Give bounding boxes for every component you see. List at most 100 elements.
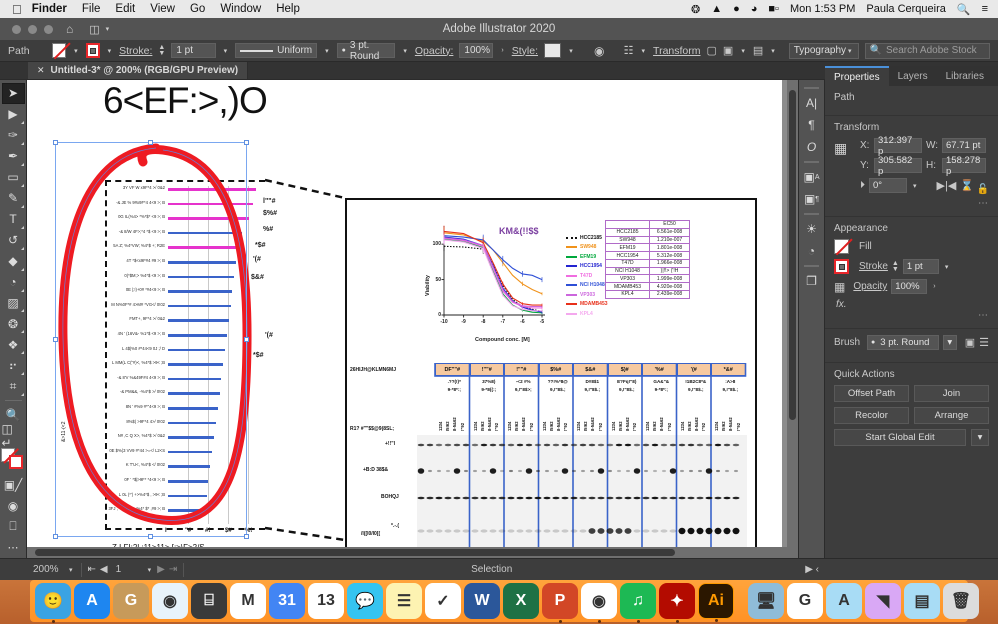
brush-libraries-icon[interactable]: ▣: [965, 336, 975, 349]
transparency-panel-icon[interactable]: ◔: [800, 240, 823, 262]
rotate-tool[interactable]: ↺: [2, 230, 25, 251]
style-label[interactable]: Style:: [512, 45, 538, 57]
offset-path-button[interactable]: Offset Path: [834, 385, 909, 402]
dock-item-safari[interactable]: ◉: [152, 583, 188, 619]
user-name[interactable]: Paula Cerqueira: [866, 3, 946, 15]
artboard-tool[interactable]: ⌗: [2, 376, 25, 397]
isolate-icon[interactable]: ▤: [753, 44, 763, 57]
dock-item-app-store[interactable]: A: [74, 583, 110, 619]
stroke-profile-caret-icon[interactable]: ▾: [323, 47, 331, 55]
gradient-tool[interactable]: ▨: [2, 293, 25, 314]
menu-window[interactable]: Window: [220, 3, 261, 15]
paragraph-panel-icon[interactable]: ¶: [800, 114, 823, 136]
transform-more-options-icon[interactable]: ⋯: [834, 198, 989, 209]
stroke-swatch[interactable]: [86, 43, 100, 58]
style-swatch[interactable]: [544, 43, 561, 58]
dock-item-finder[interactable]: 🙂: [35, 583, 71, 619]
dock-item-applications-folder[interactable]: A: [826, 583, 862, 619]
recolor-button[interactable]: Recolor: [834, 407, 909, 424]
zoom-control[interactable]: 200% ▾: [27, 559, 81, 581]
start-global-edit-button[interactable]: Start Global Edit: [834, 429, 966, 446]
color-panel-icon[interactable]: ☀: [800, 218, 823, 240]
brush-definition-select[interactable]: ● 3 pt. Round: [337, 43, 396, 58]
dock-item-screen-sharing[interactable]: 🖥: [748, 583, 784, 619]
dock-item-google-chrome[interactable]: ◉: [581, 583, 617, 619]
selection-tool[interactable]: ➤: [2, 83, 25, 104]
shaper-tool[interactable]: ◆: [2, 251, 25, 272]
canvas-area[interactable]: 6<EF:>,)O 3Y VF W x9F*4 >/ 0&2-& JE % 9#…: [27, 80, 798, 558]
canvas-horizontal-scrollbar[interactable]: [27, 547, 787, 558]
zoom-caret-icon[interactable]: ▾: [67, 566, 75, 574]
menu-go[interactable]: Go: [190, 3, 205, 15]
dock-item-gmail[interactable]: M: [230, 583, 266, 619]
opacity-label[interactable]: Opacity:: [415, 45, 454, 57]
character-styles-icon[interactable]: ▣A: [800, 166, 823, 188]
brush-select[interactable]: ● 3 pt. Round: [867, 335, 939, 350]
search-adobe-stock[interactable]: 🔍 Search Adobe Stock: [865, 43, 990, 59]
dock-item-sketch-app[interactable]: ✓: [425, 583, 461, 619]
transform-label[interactable]: Transform: [653, 45, 700, 57]
appearance-stroke-label[interactable]: Stroke: [859, 261, 888, 272]
direct-selection-tool[interactable]: ▶: [2, 104, 25, 125]
pen-tool[interactable]: ✑: [2, 125, 25, 146]
stroke-profile-select[interactable]: Uniform: [235, 43, 317, 58]
screen-mode-icon[interactable]: ⎕: [2, 516, 25, 537]
character-panel-icon[interactable]: A|: [800, 92, 823, 114]
opacity-grid-icon[interactable]: ◉: [594, 44, 604, 58]
clock-time[interactable]: Mon 1:53 PM: [790, 3, 855, 15]
western-blot-block[interactable]: 26HIJH@KLMN6MJ DF""#!""#!""#$%#$&#$)#'%#…: [347, 363, 759, 557]
wifi-icon[interactable]: ◕: [751, 3, 758, 15]
dock-item-adobe-illustrator[interactable]: Ai: [698, 583, 734, 619]
dropbox-icon[interactable]: ▲: [711, 3, 722, 15]
dock-item-spotify[interactable]: ♫: [620, 583, 656, 619]
flip-horizontal-icon[interactable]: ▶|◀: [937, 179, 957, 192]
appearance-opacity-input[interactable]: 100%: [891, 279, 927, 294]
reference-point-icon[interactable]: ▦: [834, 138, 854, 158]
stroke-stepper-icon[interactable]: ▲▼: [892, 261, 899, 273]
fx-label[interactable]: fx.: [834, 299, 989, 310]
align-icon[interactable]: ☷: [624, 44, 634, 57]
menu-help[interactable]: Help: [276, 3, 300, 15]
dock-item-google[interactable]: G: [787, 583, 823, 619]
stroke-weight-caret-icon[interactable]: ▾: [222, 47, 230, 55]
dock-item-messages[interactable]: 💬: [347, 583, 383, 619]
blend-tool[interactable]: ❖: [2, 334, 25, 355]
glyphs-panel-icon[interactable]: O: [800, 136, 823, 158]
color-modes-icons[interactable]: ▣╱: [2, 474, 25, 495]
type-tool[interactable]: T: [2, 209, 25, 230]
stroke-color-swatch[interactable]: [9, 455, 23, 469]
rectangle-tool[interactable]: ▭: [2, 167, 25, 188]
stroke-label[interactable]: Stroke:: [119, 45, 152, 57]
dock-item-calculator[interactable]: ⌸: [191, 583, 227, 619]
fill-stroke-control[interactable]: [1, 448, 25, 470]
previous-page-icon[interactable]: ◀: [100, 564, 108, 575]
dock-item-downloads-stack[interactable]: ◥: [865, 583, 901, 619]
unlink-icon[interactable]: 🔓: [977, 184, 989, 195]
menu-finder[interactable]: Finder: [32, 3, 67, 15]
spotify-icon[interactable]: ●: [733, 3, 740, 15]
shape-icon[interactable]: ▢: [707, 44, 717, 57]
arrange-button[interactable]: Arrange: [914, 407, 989, 424]
next-page-icon[interactable]: ▶: [157, 564, 165, 575]
global-edit-caret-icon[interactable]: ▾: [971, 429, 989, 446]
y-input[interactable]: 305.582 p: [874, 158, 922, 173]
dock-item-notes[interactable]: ☰: [386, 583, 422, 619]
status-play-icon[interactable]: ▶ ‹: [799, 559, 825, 581]
dock-item-google-calendar[interactable]: 31: [269, 583, 305, 619]
paragraph-styles-icon[interactable]: ▣¶: [800, 188, 823, 210]
vpn-icon[interactable]: ❂: [691, 3, 700, 16]
symbol-sprayer-tool[interactable]: ⠖: [2, 355, 25, 376]
document-tab[interactable]: ✕ Untitled-3* @ 200% (RGB/GPU Preview): [28, 62, 248, 79]
first-page-icon[interactable]: ⇤: [88, 564, 96, 575]
swap-fill-stroke-icon[interactable]: ◫ ↵: [2, 425, 25, 446]
artboard-number[interactable]: 1: [112, 564, 142, 575]
select-similar-icon[interactable]: ▣: [723, 44, 733, 57]
close-icon[interactable]: ✕: [37, 65, 45, 76]
dock-item-gimp-installer[interactable]: G: [113, 583, 149, 619]
x-input[interactable]: 312.397 p: [874, 138, 922, 153]
shape-builder-tool[interactable]: ◔: [2, 272, 25, 293]
stroke-weight-input[interactable]: 1 pt: [171, 43, 215, 58]
style-caret-icon[interactable]: ▾: [567, 47, 575, 55]
fill-caret-icon[interactable]: ▾: [72, 47, 80, 55]
angle-input[interactable]: 0°: [869, 178, 907, 193]
